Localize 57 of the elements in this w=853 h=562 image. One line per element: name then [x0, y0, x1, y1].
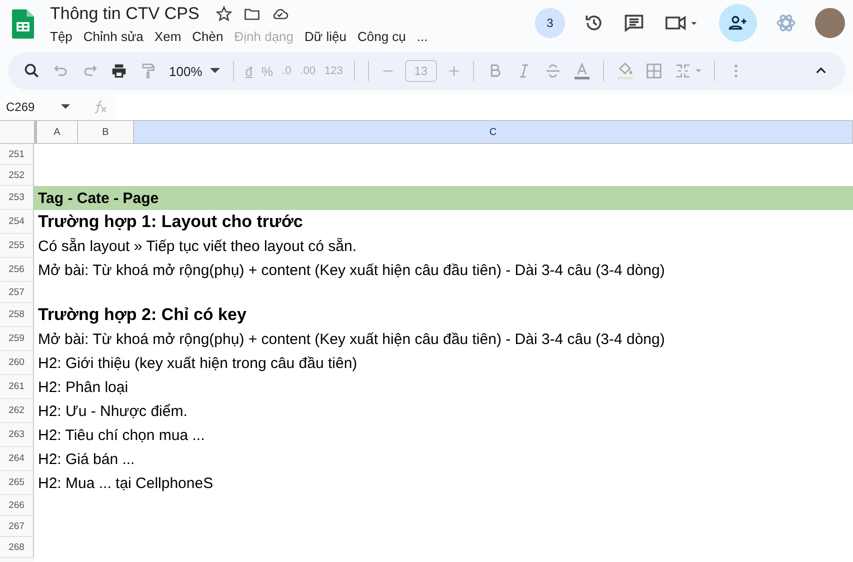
caret-icon — [61, 104, 70, 110]
cell-text: H2: Phân loại — [38, 378, 128, 396]
text-color-icon[interactable] — [572, 61, 592, 81]
sheets-logo-icon[interactable] — [12, 9, 34, 39]
comment-icon[interactable] — [623, 12, 645, 34]
menu-item[interactable]: Xem — [154, 28, 182, 45]
column-header[interactable]: C — [134, 121, 853, 143]
row-header[interactable]: 267 — [0, 516, 34, 537]
zoom-dropdown[interactable]: 100% — [169, 64, 220, 78]
row-header[interactable]: 255 — [0, 234, 34, 258]
row-header[interactable]: 260 — [0, 351, 34, 375]
menu-item[interactable]: Dữ liệu — [304, 28, 346, 45]
sparkle-knot-icon[interactable] — [775, 12, 797, 34]
row-header[interactable]: 256 — [0, 258, 34, 282]
cell-text: Mở bài: Từ khoá mở rộng(phụ) + content (Key xuất hiện câu đầu tiên) - Dài 3-4 câu (3-4 dòng) — [38, 330, 665, 348]
fill-color-icon[interactable] — [614, 61, 635, 81]
row-header[interactable]: 257 — [0, 282, 34, 303]
row-header[interactable]: 259 — [0, 327, 34, 351]
row-header[interactable]: 268 — [0, 537, 34, 558]
cell-text: Trường hợp 1: Layout cho trước — [38, 212, 303, 232]
viewer-count-badge[interactable]: 3 — [535, 8, 565, 38]
row-header[interactable]: 252 — [0, 165, 34, 186]
row-header[interactable]: 265 — [0, 471, 34, 495]
row-header[interactable]: 261 — [0, 375, 34, 399]
column-header[interactable]: B — [78, 121, 134, 143]
row-header[interactable]: 254 — [0, 210, 34, 234]
menu-item[interactable]: Công cụ — [357, 28, 406, 45]
menu-item[interactable]: Chèn — [192, 28, 224, 45]
document-title[interactable]: Thông tin CTV CPS — [50, 4, 200, 24]
menu-item[interactable]: Tệp — [50, 28, 72, 45]
cell-text: Trường hợp 2: Chỉ có key — [38, 305, 246, 325]
row-header[interactable]: 263 — [0, 423, 34, 447]
cell-text: H2: Mua ... tại CellphoneS — [38, 474, 214, 492]
row-header[interactable]: 251 — [0, 144, 34, 165]
caret-icon — [210, 68, 220, 74]
column-header[interactable]: A — [37, 121, 78, 143]
cell-text: Tag - Cate - Page — [38, 190, 159, 206]
row-header[interactable]: 258 — [0, 303, 34, 327]
row-header[interactable]: 262 — [0, 399, 34, 423]
formula-input-field[interactable] — [116, 94, 853, 120]
cell-text: H2: Ưu - Nhược điểm. — [38, 402, 188, 420]
star-icon[interactable] — [215, 5, 234, 23]
cell-text: H2: Tiêu chí chọn mua ... — [38, 426, 205, 444]
row-header[interactable]: 264 — [0, 447, 34, 471]
cell-text: H2: Giới thiệu (key xuất hiện trong câu đầu tiên) — [38, 354, 358, 372]
name-box[interactable]: C269 — [0, 100, 76, 114]
row-header[interactable]: 253 — [0, 186, 34, 210]
avatar[interactable] — [815, 8, 845, 38]
cell-text: Mở bài: Từ khoá mở rộng(phụ) + content (Key xuất hiện câu đầu tiên) - Dài 3-4 câu (3-4 dòng) — [38, 262, 665, 278]
borders-icon[interactable] — [644, 61, 664, 81]
menu-item[interactable]: ... — [416, 28, 428, 45]
menu-item[interactable]: Chỉnh sửa — [83, 28, 144, 45]
cell-text: H2: Giá bán ... — [38, 450, 135, 468]
row-header[interactable]: 266 — [0, 495, 34, 516]
select-all-corner[interactable] — [0, 121, 37, 143]
cell-text: Có sẵn layout » Tiếp tục viết theo layout có sẵn. — [38, 238, 357, 254]
share-button[interactable] — [719, 4, 757, 42]
